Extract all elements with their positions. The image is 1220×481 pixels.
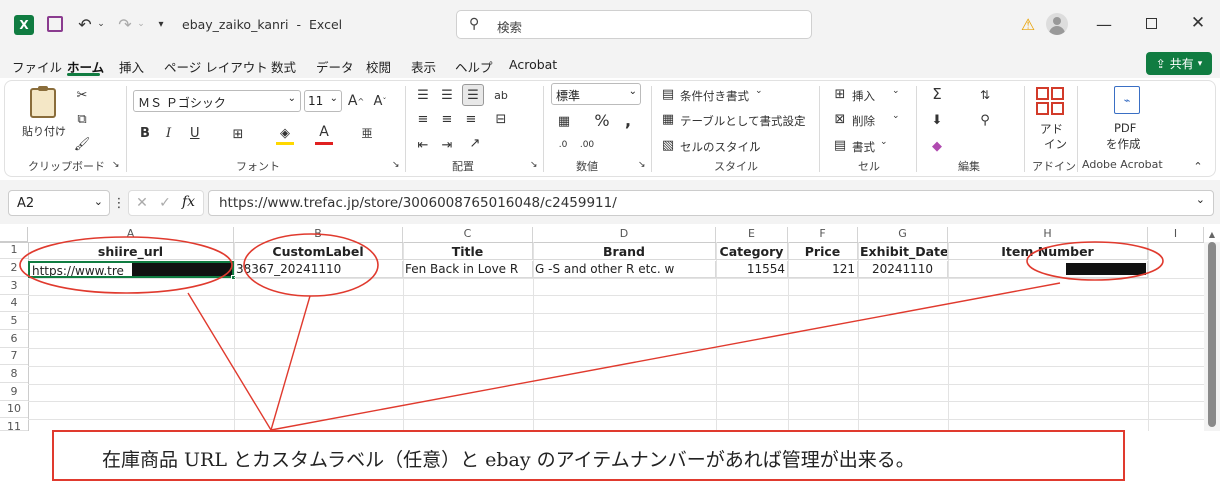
callout-line	[270, 282, 1061, 431]
annotation-overlay	[19, 233, 1164, 431]
callout-line	[270, 295, 311, 431]
highlight-ellipse-item-number	[1026, 241, 1164, 281]
annotation-text: 在庫商品 URL とカスタムラベル（任意）と ebay のアイテムナンバーがあれ…	[102, 449, 915, 471]
callout-line	[187, 292, 272, 431]
annotation-box: 在庫商品 URL とカスタムラベル（任意）と ebay のアイテムナンバーがあれ…	[52, 430, 1125, 481]
highlight-ellipse-shiire-url	[19, 236, 233, 294]
highlight-ellipse-custom-label	[243, 233, 379, 297]
